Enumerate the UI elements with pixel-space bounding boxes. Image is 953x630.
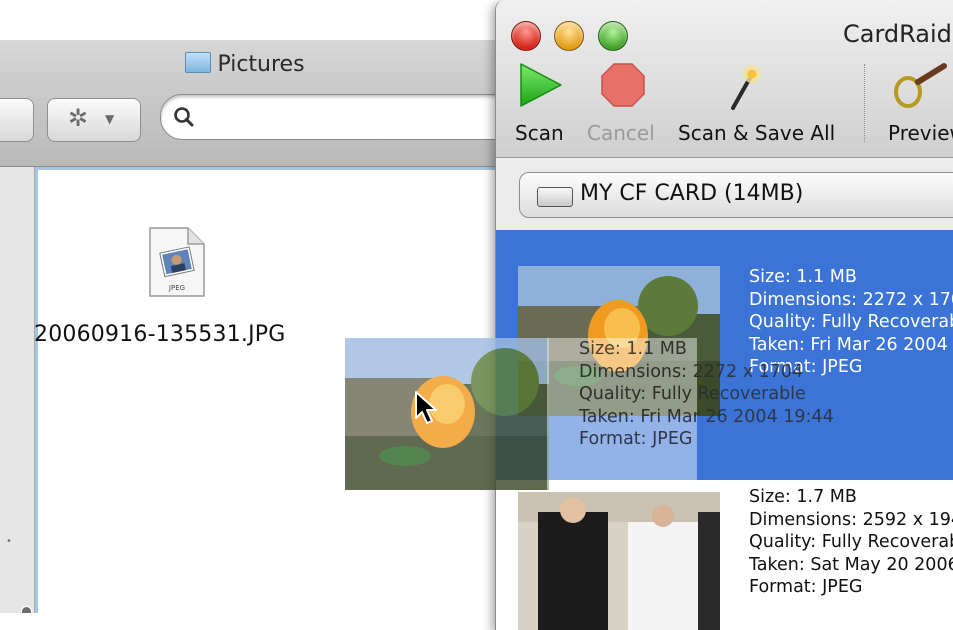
sidebar-marker: • [6, 536, 12, 547]
splitter-handle[interactable] [21, 606, 32, 613]
chevron-down-icon: ▼ [105, 112, 115, 126]
card-selector-popup[interactable]: MY CF CARD (14MB) [519, 172, 953, 218]
scan-save-all-button[interactable] [727, 62, 763, 116]
memory-card-icon [537, 187, 573, 207]
cancel-label[interactable]: Cancel [587, 121, 655, 145]
photo-info: Size: 1.7 MB Dimensions: 2592 x 1944 Qua… [749, 486, 953, 599]
scan-button[interactable] [518, 62, 564, 112]
magnifier-icon [174, 107, 194, 127]
finder-sidebar: • [0, 167, 35, 613]
jpeg-icon-label: JPEG [168, 284, 185, 292]
finder-title-text: Pictures [217, 52, 305, 77]
photo-quality: Quality: Fully Recoverable [749, 312, 953, 332]
preview-label[interactable]: Preview [888, 121, 953, 145]
finder-content-area [35, 167, 558, 613]
action-menu-button[interactable]: ✲ ▼ [47, 98, 141, 142]
jpeg-file-icon[interactable]: JPEG [148, 226, 206, 298]
photo-taken: Taken: Sat May 20 2006 [749, 554, 953, 575]
folder-icon [185, 52, 212, 73]
card-selector-label: MY CF CARD (14MB) [580, 181, 804, 206]
cardraider-window: CardRaider Scan Cancel Scan & Save All P… [495, 0, 953, 630]
recovered-photos-list[interactable]: Size: 1.1 MB Dimensions: 2272 x 1704 Qua… [496, 230, 953, 630]
finder-window-title: Pictures [0, 52, 490, 77]
scan-save-all-label[interactable]: Scan & Save All [678, 121, 835, 145]
photo-thumbnail[interactable] [518, 266, 720, 416]
photo-dimensions: Dimensions: 2592 x 1944 [749, 509, 953, 530]
photo-format: Format: JPEG [749, 357, 863, 377]
toolbar-separator [864, 64, 865, 142]
gear-icon: ✲ [68, 104, 89, 132]
photo-format: Format: JPEG [749, 577, 863, 597]
file-name-label[interactable]: 20060916-135531.JPG [34, 322, 286, 347]
photo-taken: Taken: Fri Mar 26 2004 19:44 [749, 334, 953, 355]
photo-info: Size: 1.1 MB Dimensions: 2272 x 1704 Qua… [749, 266, 953, 379]
view-button[interactable] [0, 98, 34, 142]
scan-label[interactable]: Scan [515, 121, 564, 145]
photo-quality: Quality: Fully Recoverable [749, 532, 953, 552]
photo-dimensions: Dimensions: 2272 x 1704 [749, 289, 953, 310]
cancel-button[interactable] [600, 62, 646, 112]
cardraider-title: CardRaider [843, 20, 953, 48]
photo-size: Size: 1.1 MB [749, 267, 857, 287]
photo-row[interactable]: Size: 1.1 MB Dimensions: 2272 x 1704 Qua… [496, 230, 953, 480]
preview-button[interactable] [892, 62, 952, 116]
magic-wand-icon [731, 65, 761, 110]
minimize-button[interactable] [554, 21, 584, 51]
stop-octagon-icon [601, 63, 645, 107]
photo-size: Size: 1.7 MB [749, 487, 857, 507]
zoom-button[interactable] [598, 21, 628, 51]
photo-thumbnail[interactable] [518, 492, 720, 630]
photo-row[interactable]: Size: 1.7 MB Dimensions: 2592 x 1944 Qua… [496, 480, 953, 630]
close-button[interactable] [511, 21, 541, 51]
mouse-pointer-icon [415, 391, 437, 424]
magnifying-glass-icon [894, 63, 947, 108]
play-icon [520, 63, 562, 107]
